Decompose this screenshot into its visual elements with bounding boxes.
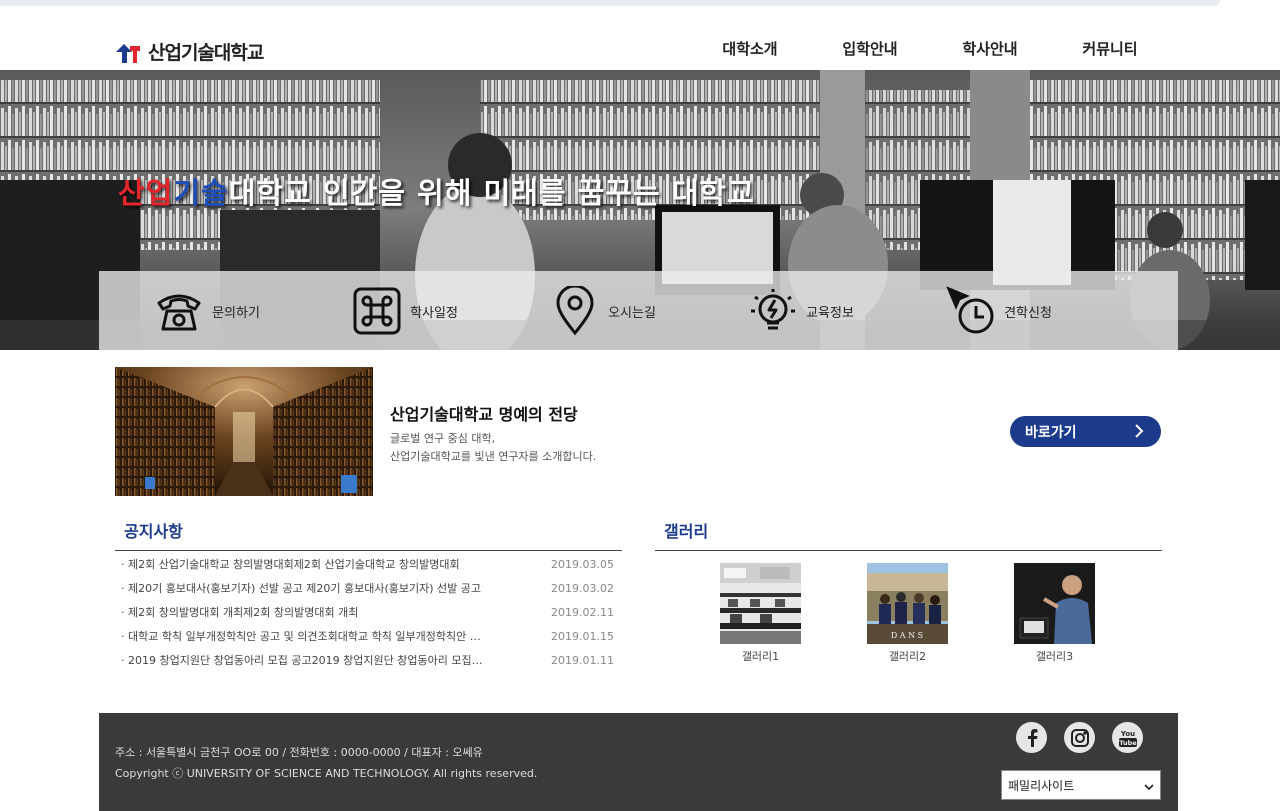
notice-item[interactable]: · 2019 창업지원단 창업동아리 모집 공고2019 창업지원단 창업동아리… xyxy=(115,649,622,673)
notice-item-date: 2019.02.11 xyxy=(551,606,614,619)
logo-text: 산업기술대학교 xyxy=(148,42,264,64)
hero-title-red: 산업 xyxy=(118,176,174,210)
map-pin-icon xyxy=(550,286,600,336)
notice-item-date: 2019.03.02 xyxy=(551,582,614,595)
hero-banner: 산업기술대학교 인간을 위해 미래를 꿈꾸는 대학교 문의하기 학사일정 오시는… xyxy=(0,70,1280,350)
youtube-icon[interactable]: You Tube xyxy=(1112,722,1143,753)
desc-line: 산업기술대학교를 빛낸 연구자를 소개합니다. xyxy=(390,450,597,463)
notice-title[interactable]: 공지사항 xyxy=(115,515,622,551)
site-header: 산업기술대학교 대학소개 입학안내 학사안내 커뮤니티 xyxy=(0,8,1280,70)
notice-item-date: 2019.01.11 xyxy=(551,654,614,667)
gallery-item[interactable]: 갤러리1 xyxy=(720,563,801,664)
gallery-thumbnail[interactable] xyxy=(720,563,801,644)
top-strip-bar xyxy=(0,0,1220,6)
nav-community[interactable]: 커뮤니티 xyxy=(1050,38,1170,59)
lightbulb-bolt-icon xyxy=(748,286,798,336)
hall-of-fame-title: 산업기술대학교 명예의 전당 xyxy=(390,405,578,424)
gallery-item[interactable]: D A N S 갤러리2 xyxy=(867,563,948,664)
cursor-clock-icon xyxy=(946,286,996,336)
notice-item-date: 2019.03.05 xyxy=(551,558,614,571)
quick-item-schedule[interactable]: 학사일정 xyxy=(297,271,495,350)
notice-list: · 제2회 산업기술대학교 창의발명대회제2회 산업기술대학교 창의발명대회 20… xyxy=(115,551,622,673)
gallery-caption: 갤러리1 xyxy=(741,650,780,663)
command-key-icon xyxy=(352,286,402,336)
nav-admission[interactable]: 입학안내 xyxy=(810,38,930,59)
go-button[interactable]: 바로가기 xyxy=(1010,416,1161,447)
notice-item[interactable]: · 대학교 학칙 일부개정학칙안 공고 및 의견조회대학교 학칙 일부개정학칙안… xyxy=(115,625,622,649)
notice-item-date: 2019.01.15 xyxy=(551,630,614,643)
notice-item[interactable]: · 제20기 홍보대사(홍보기자) 선발 공고 제20기 홍보대사(홍보기자) … xyxy=(115,577,622,601)
notice-item-title[interactable]: · 제2회 창의발명대회 개최제2회 창의발명대회 개최 xyxy=(115,601,485,625)
hall-of-fame-image xyxy=(115,367,373,496)
gallery-caption: 갤러리2 xyxy=(888,650,927,663)
desc-line: 글로벌 연구 중심 대학, xyxy=(390,432,496,445)
telephone-icon xyxy=(154,286,204,336)
chevron-down-icon xyxy=(1144,781,1154,791)
quick-label: 견학신청 xyxy=(1004,305,1052,321)
quick-item-directions[interactable]: 오시는길 xyxy=(495,271,693,350)
sns-links: You Tube xyxy=(1016,722,1143,753)
hero-title-blue: 기술 xyxy=(173,176,229,210)
gallery-items: 갤러리1 D A N S 갤러리2 갤러리3 xyxy=(655,551,1162,671)
logo-mark-icon xyxy=(116,40,142,64)
notice-item-title[interactable]: · 2019 창업지원단 창업동아리 모집 공고2019 창업지원단 창업동아리… xyxy=(115,649,485,673)
hall-of-fame-desc: 글로벌 연구 중심 대학, 산업기술대학교를 빛낸 연구자를 소개합니다. xyxy=(390,430,596,466)
nav-about[interactable]: 대학소개 xyxy=(690,38,810,59)
gallery-item[interactable]: 갤러리3 xyxy=(1014,563,1095,664)
notice-item-title[interactable]: · 제2회 산업기술대학교 창의발명대회제2회 산업기술대학교 창의발명대회 xyxy=(115,553,485,577)
quick-label: 오시는길 xyxy=(608,305,656,321)
family-site-select[interactable]: 패밀리사이트 xyxy=(1001,770,1161,800)
quick-label: 문의하기 xyxy=(212,305,260,321)
browser-top-strip xyxy=(0,0,1280,8)
notice-item-title[interactable]: · 제20기 홍보대사(홍보기자) 선발 공고 제20기 홍보대사(홍보기자) … xyxy=(115,577,485,601)
gallery-thumbnail[interactable] xyxy=(1014,563,1095,644)
gallery-section: 갤러리 갤러리1 D A N S 갤러리2 갤러리3 xyxy=(655,515,1162,671)
main-nav: 대학소개 입학안내 학사안내 커뮤니티 xyxy=(690,38,1170,59)
site-logo[interactable]: 산업기술대학교 xyxy=(116,38,264,65)
gallery-thumbnail[interactable]: D A N S xyxy=(867,563,948,644)
quick-label: 교육정보 xyxy=(806,305,854,321)
instagram-icon[interactable] xyxy=(1064,722,1095,753)
quick-item-education[interactable]: 교육정보 xyxy=(693,271,891,350)
svg-text:D A N S: D A N S xyxy=(891,631,923,640)
chevron-right-icon xyxy=(1131,423,1147,439)
quick-item-inquiry[interactable]: 문의하기 xyxy=(99,271,297,350)
svg-text:You: You xyxy=(1119,730,1134,738)
quick-item-tour[interactable]: 견학신청 xyxy=(891,271,1089,350)
notice-item-title[interactable]: · 대학교 학칙 일부개정학칙안 공고 및 의견조회대학교 학칙 일부개정학칙안… xyxy=(115,625,485,649)
site-footer: 주소 : 서울특별시 금천구 OO로 00 / 전화번호 : 0000-0000… xyxy=(99,713,1178,811)
quick-menu: 문의하기 학사일정 오시는길 교육정보 견학신청 xyxy=(99,271,1178,350)
footer-copyright: Copyright ⓒ UNIVERSITY OF SCIENCE AND TE… xyxy=(115,767,538,780)
hero-title-rest: 대학교 인간을 위해 미래를 꿈꾸는 대학교 xyxy=(228,176,755,210)
facebook-icon[interactable] xyxy=(1016,722,1047,753)
hero-title: 산업기술대학교 인간을 위해 미래를 꿈꾸는 대학교 xyxy=(118,170,755,212)
gallery-caption: 갤러리3 xyxy=(1035,650,1074,663)
notice-section: 공지사항 · 제2회 산업기술대학교 창의발명대회제2회 산업기술대학교 창의발… xyxy=(115,515,622,673)
go-button-label: 바로가기 xyxy=(1025,424,1077,441)
quick-label: 학사일정 xyxy=(410,305,458,321)
footer-address: 주소 : 서울특별시 금천구 OO로 00 / 전화번호 : 0000-0000… xyxy=(115,746,483,759)
family-site-label: 패밀리사이트 xyxy=(1008,778,1075,793)
nav-academic[interactable]: 학사안내 xyxy=(930,38,1050,59)
notice-item[interactable]: · 제2회 산업기술대학교 창의발명대회제2회 산업기술대학교 창의발명대회 20… xyxy=(115,553,622,577)
notice-item[interactable]: · 제2회 창의발명대회 개최제2회 창의발명대회 개최 2019.02.11 xyxy=(115,601,622,625)
gallery-title[interactable]: 갤러리 xyxy=(655,515,1162,551)
svg-text:Tube: Tube xyxy=(1119,739,1137,747)
hall-of-fame: 산업기술대학교 명예의 전당 글로벌 연구 중심 대학, 산업기술대학교를 빛낸… xyxy=(115,367,1162,496)
